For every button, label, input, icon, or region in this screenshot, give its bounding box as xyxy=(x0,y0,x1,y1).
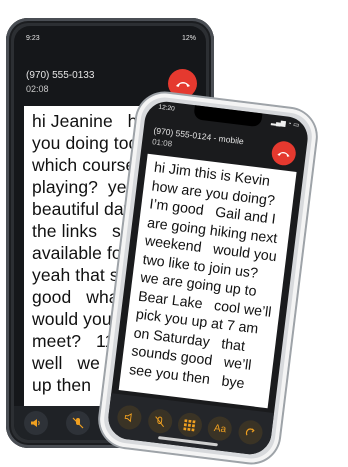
iphone-speaker-button[interactable] xyxy=(116,404,143,431)
android-status-bar: 9:23 12% xyxy=(26,32,196,44)
hangup-icon xyxy=(175,81,190,87)
speaker-icon xyxy=(31,419,40,427)
android-battery-level: 12% xyxy=(181,34,196,42)
iphone-keypad-button[interactable] xyxy=(176,411,204,439)
redial-icon xyxy=(246,427,255,435)
signal-wifi-battery-icons: ▂▄▆ ◔ ▭ xyxy=(270,118,300,129)
android-call-duration: 02:08 xyxy=(26,84,49,94)
keypad-icon xyxy=(183,418,197,432)
iphone-status-bar: 12:20 ▂▄▆ ◔ ▭ xyxy=(158,104,300,131)
text-size-icon: Aa xyxy=(213,422,227,435)
iphone-status-time: 12:20 xyxy=(158,103,176,113)
android-status-time: 9:23 xyxy=(26,34,40,42)
iphone-text-size-button[interactable]: Aa xyxy=(206,415,234,442)
hangup-icon xyxy=(277,151,290,157)
iphone-screen: 12:20 ▂▄▆ ◔ ▭ (970) 555-0124 - mobile 01… xyxy=(105,99,311,457)
iphone-redial-button[interactable] xyxy=(236,418,264,446)
android-speaker-button[interactable] xyxy=(24,411,48,435)
mute-icon xyxy=(155,415,165,427)
android-mute-button[interactable] xyxy=(66,411,90,435)
mute-icon xyxy=(72,417,84,429)
iphone-mute-button[interactable] xyxy=(146,407,174,435)
iphone-transcript: hi Jim this is Kevin how are you doing? … xyxy=(118,153,297,409)
iphone-hangup-button[interactable] xyxy=(270,139,298,167)
iphone-call-duration: 01:08 xyxy=(151,137,173,149)
speaker-icon xyxy=(124,413,132,423)
android-caller-number: (970) 555-0133 xyxy=(26,70,95,81)
